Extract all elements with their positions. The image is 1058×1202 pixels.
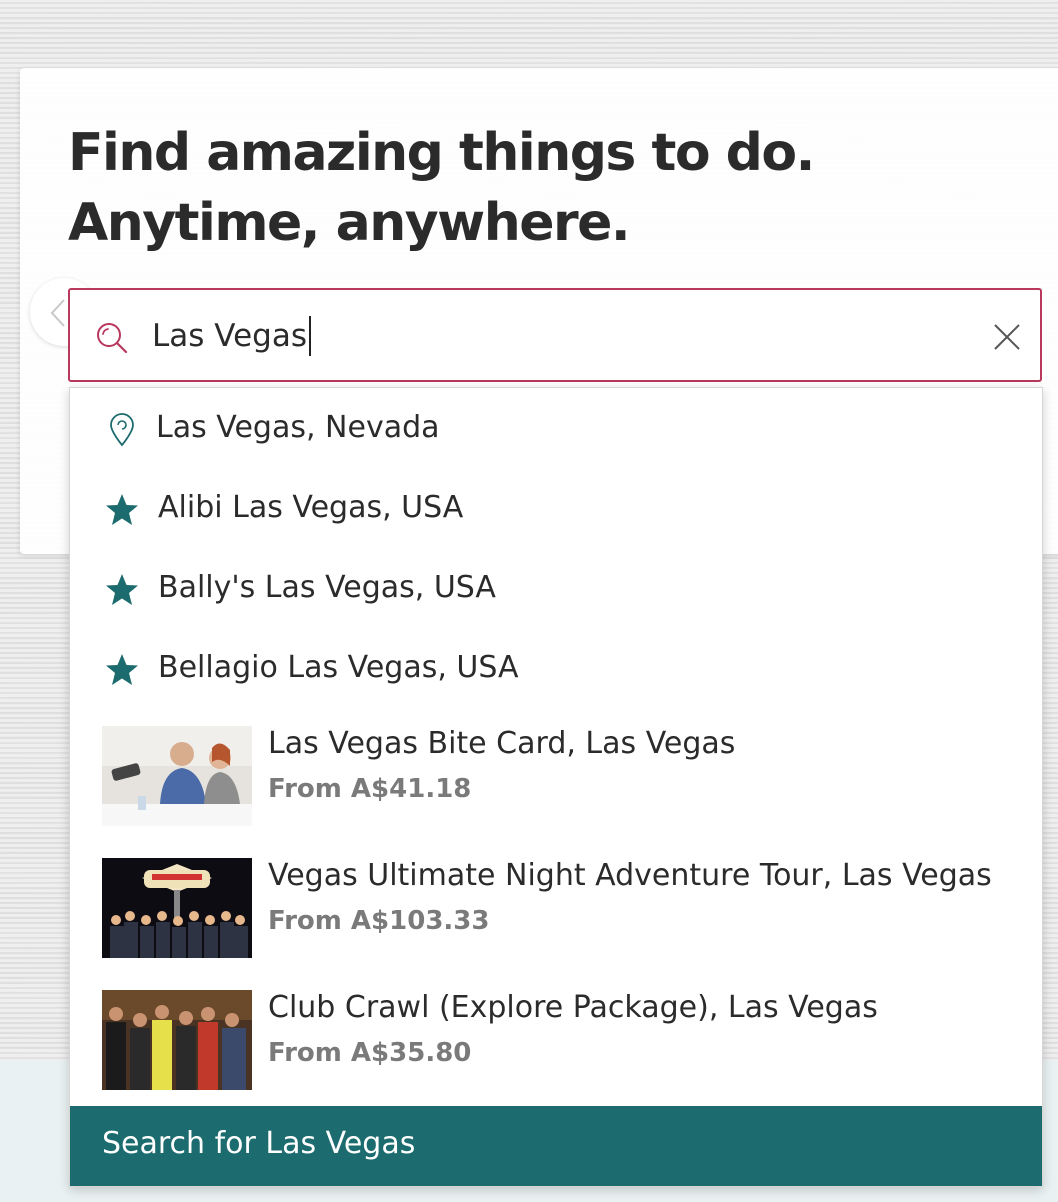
search-for-label: Search for Las Vegas <box>102 1126 416 1161</box>
headline-line-2: Anytime, anywhere. <box>68 193 631 253</box>
search-for-button[interactable]: Search for Las Vegas <box>70 1106 1042 1186</box>
suggestion-location[interactable]: Las Vegas, Nevada <box>70 390 1042 470</box>
autocomplete-dropdown: Las Vegas, Nevada Alibi Las Vegas, USA B… <box>69 387 1043 1187</box>
suggestion-label: Las Vegas, Nevada <box>156 410 440 445</box>
product-thumbnail <box>102 858 252 958</box>
product-result[interactable]: Las Vegas Bite Card, Las Vegas From A$41… <box>70 716 1042 834</box>
product-price: From A$41.18 <box>268 774 472 804</box>
search-icon <box>97 323 128 354</box>
product-title: Las Vegas Bite Card, Las Vegas <box>268 726 736 761</box>
product-thumbnail <box>102 990 252 1090</box>
suggestion-label: Alibi Las Vegas, USA <box>158 490 464 525</box>
text-caret <box>308 316 311 356</box>
suggestion-attraction[interactable]: Bellagio Las Vegas, USA <box>70 630 1042 710</box>
search-input[interactable]: Las Vegas <box>152 306 852 366</box>
product-thumbnail <box>102 726 252 826</box>
close-icon[interactable] <box>990 320 1024 354</box>
chevron-left-icon <box>50 299 65 327</box>
star-icon <box>106 574 138 605</box>
page-title: Find amazing things to do. Anytime, anyw… <box>68 118 815 258</box>
headline-line-1: Find amazing things to do. <box>68 123 815 183</box>
star-icon <box>106 494 138 525</box>
suggestion-label: Bellagio Las Vegas, USA <box>158 650 519 685</box>
search-input-value: Las Vegas <box>152 318 307 354</box>
product-price: From A$35.80 <box>268 1038 472 1068</box>
search-box[interactable]: Las Vegas <box>68 288 1042 382</box>
product-title: Vegas Ultimate Night Adventure Tour, Las… <box>268 858 992 893</box>
product-title: Club Crawl (Explore Package), Las Vegas <box>268 990 878 1025</box>
product-result[interactable]: Club Crawl (Explore Package), Las Vegas … <box>70 980 1042 1098</box>
suggestion-attraction[interactable]: Alibi Las Vegas, USA <box>70 470 1042 550</box>
suggestion-attraction[interactable]: Bally's Las Vegas, USA <box>70 550 1042 630</box>
suggestion-label: Bally's Las Vegas, USA <box>158 570 496 605</box>
location-pin-icon <box>110 413 134 447</box>
star-icon <box>106 654 138 685</box>
product-result[interactable]: Vegas Ultimate Night Adventure Tour, Las… <box>70 848 1042 966</box>
product-price: From A$103.33 <box>268 906 490 936</box>
